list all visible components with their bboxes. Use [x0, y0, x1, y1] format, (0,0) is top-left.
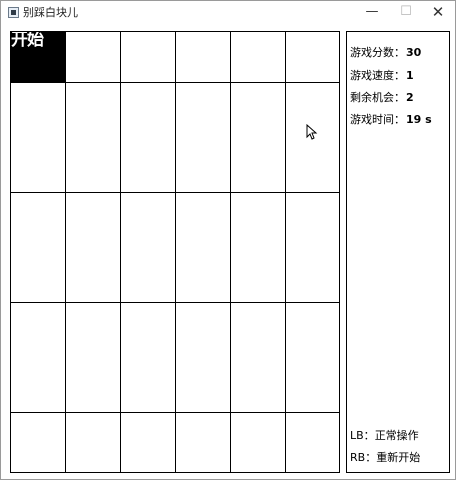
- black-tile[interactable]: 开始: [11, 32, 66, 83]
- title-bar[interactable]: 别踩白块儿 — ☐ ✕: [1, 1, 455, 25]
- stat-chances-label: 剩余机会：: [350, 91, 405, 104]
- stat-chances-value: 2: [406, 91, 414, 104]
- grid-line-vertical: [120, 32, 121, 472]
- grid-line-horizontal: [11, 192, 339, 193]
- control-lb-action: 正常操作: [374, 429, 419, 442]
- grid-line-vertical: [175, 32, 176, 472]
- grid-line-vertical: [230, 32, 231, 472]
- close-button[interactable]: ✕: [421, 1, 455, 25]
- game-window: 别踩白块儿 — ☐ ✕ 开始 游戏分数：30 游戏速度：1 剩余机会：2 游戏时…: [0, 0, 456, 480]
- control-rb-action: 重新开始: [376, 451, 421, 464]
- control-lb-key: LB：: [350, 429, 375, 442]
- stat-speed-label: 游戏速度：: [350, 69, 405, 82]
- window-title: 别踩白块儿: [23, 6, 78, 19]
- stat-time-label: 游戏时间：: [350, 113, 405, 126]
- control-rb: RB：重新开始: [350, 451, 420, 465]
- stat-time-value: 19 s: [406, 113, 432, 126]
- grid-line-horizontal: [11, 302, 339, 303]
- grid-line-vertical: [285, 32, 286, 472]
- stat-chances: 剩余机会：2: [350, 91, 414, 105]
- stat-speed-value: 1: [406, 69, 414, 82]
- maximize-button[interactable]: ☐: [389, 1, 423, 25]
- mouse-cursor-icon: [306, 124, 318, 140]
- stat-speed: 游戏速度：1: [350, 69, 414, 83]
- stat-score: 游戏分数：30: [350, 46, 421, 60]
- stat-time: 游戏时间：19 s: [350, 113, 432, 127]
- info-panel: 游戏分数：30 游戏速度：1 剩余机会：2 游戏时间：19 s LB：正常操作 …: [346, 31, 450, 473]
- app-icon: [8, 7, 19, 18]
- grid-line-horizontal: [11, 412, 339, 413]
- stat-score-label: 游戏分数：: [350, 46, 405, 59]
- minimize-button[interactable]: —: [355, 1, 389, 25]
- control-lb: LB：正常操作: [350, 429, 419, 443]
- grid-line-vertical: [65, 32, 66, 472]
- stat-score-value: 30: [406, 46, 422, 59]
- game-board[interactable]: 开始: [10, 31, 340, 473]
- start-label: 开始: [11, 32, 44, 50]
- control-rb-key: RB：: [350, 451, 377, 464]
